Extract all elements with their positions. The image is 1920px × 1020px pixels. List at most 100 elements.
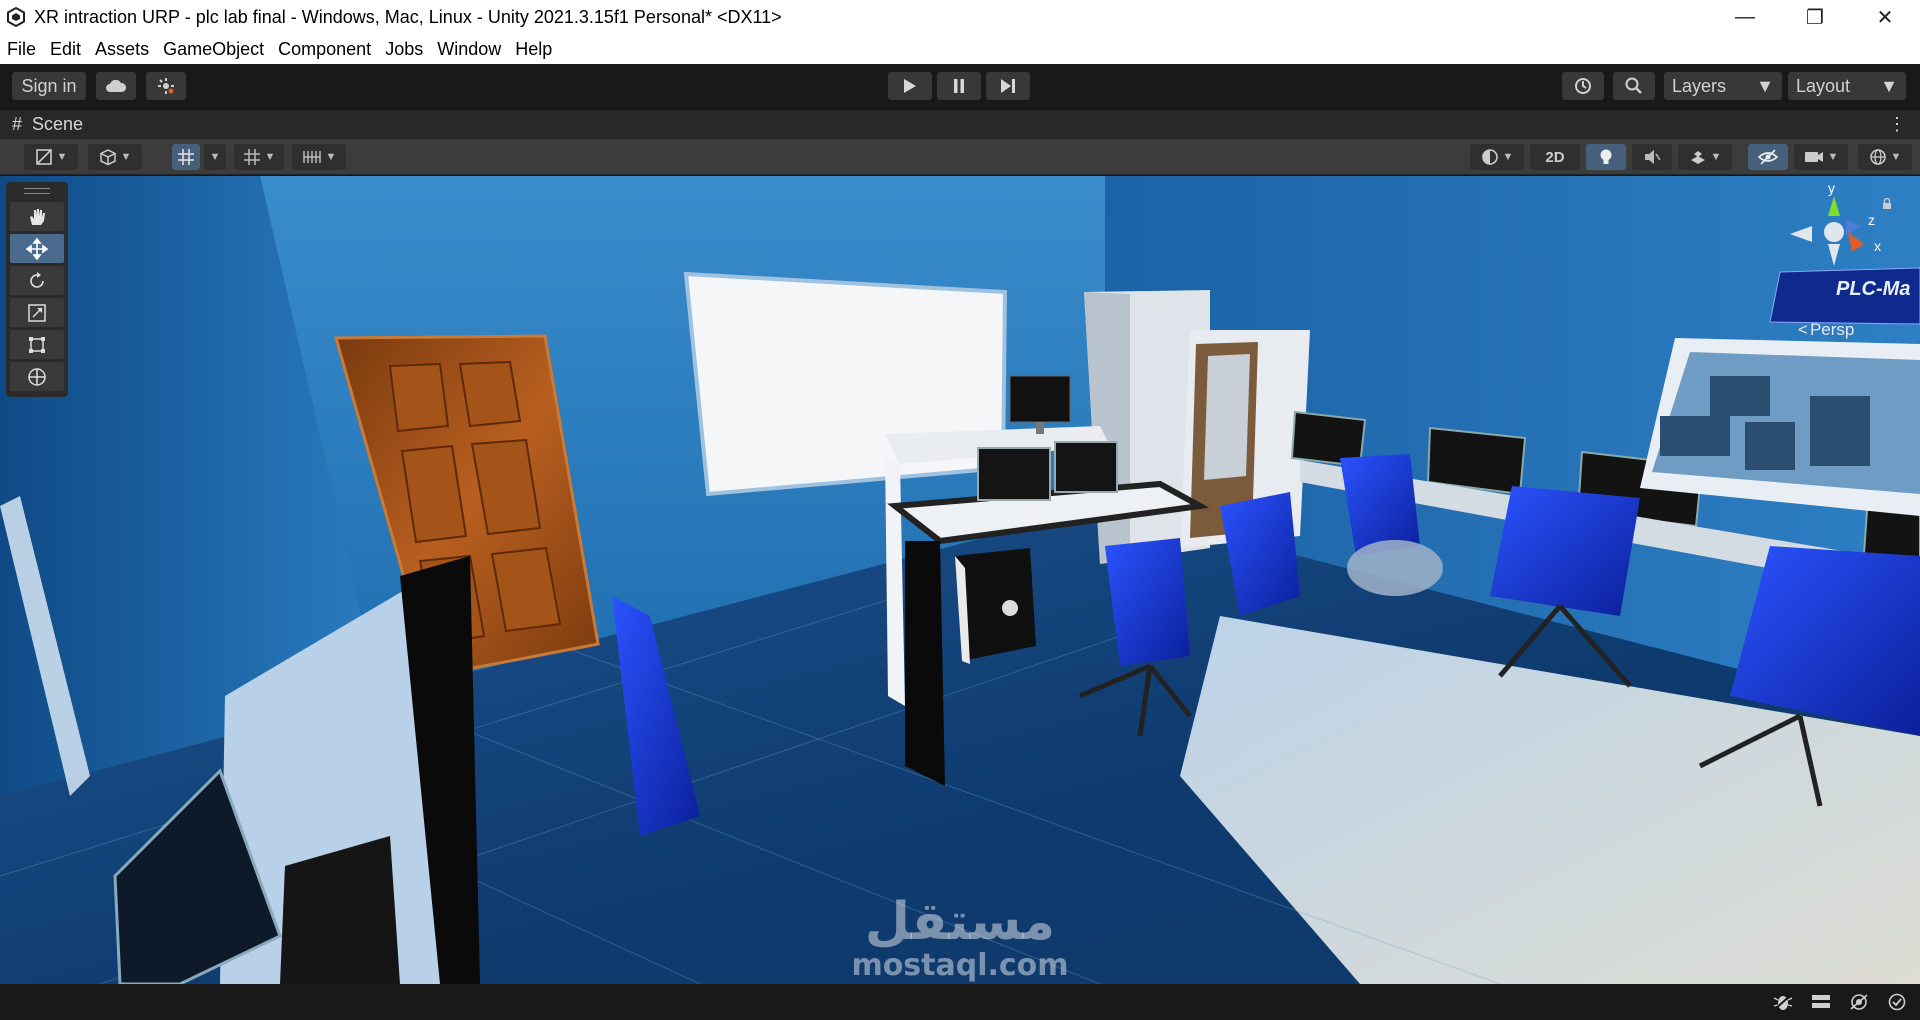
history-icon [1575,78,1591,94]
menu-component[interactable]: Component [271,39,378,60]
minimize-icon: — [1735,5,1755,28]
scene-grid-icon: # [12,114,23,134]
menu-help[interactable]: Help [508,39,559,60]
check-circle-icon[interactable] [1886,992,1908,1012]
panel-drag-handle[interactable] [24,188,50,194]
gizmo-globe-icon [1869,149,1886,165]
chevron-down-icon: ▼ [1756,75,1774,96]
mode-2d-label: 2D [1545,148,1565,166]
eye-hidden-icon [1758,149,1778,165]
effects-icon [1690,151,1705,164]
undo-history-button[interactable] [1562,72,1604,100]
auto-generate-lighting-icon[interactable] [1848,992,1870,1012]
camera-mode-dropdown[interactable]: ▼ [1470,144,1524,170]
layers-dropdown[interactable]: Layers ▼ [1664,72,1782,100]
hand-icon [30,208,45,225]
collab-button[interactable] [146,72,186,100]
step-button[interactable] [986,72,1030,100]
effects-dropdown[interactable]: ▼ [1678,144,1732,170]
lighting-toggle[interactable] [1586,144,1626,170]
snap-icon [243,149,260,165]
menu-edit[interactable]: Edit [43,39,88,60]
play-button[interactable] [888,72,932,100]
rect-tool-button[interactable] [10,330,64,359]
minimize-button[interactable]: — [1710,0,1780,34]
title-bar: XR intraction URP - plc lab final - Wind… [0,0,1920,34]
cache-server-icon[interactable] [1810,992,1832,1012]
scene-tab-strip: # Scene ⋮ [0,109,1920,139]
grid-snap-toggle[interactable] [172,144,200,170]
step-icon [1001,79,1015,93]
play-icon [904,79,916,93]
transform-tool-button[interactable] [10,362,64,391]
rect-transform-icon [29,336,45,353]
orientation-gizmo[interactable]: y z x [1790,180,1892,276]
layers-label: Layers [1672,75,1727,96]
vertex-snap-dropdown[interactable]: ▼ [292,144,346,170]
menu-assets[interactable]: Assets [88,39,156,60]
plc-panel-label: PLC-Ma [1836,278,1911,300]
rotate-tool-button[interactable] [10,266,64,295]
close-icon: ✕ [1876,6,1894,29]
menu-window[interactable]: Window [430,39,508,60]
grid-icon [178,149,194,165]
unity-logo-icon [7,7,25,27]
status-bar [0,984,1920,1020]
render-mode-dropdown[interactable]: ▼ [88,144,142,170]
draw-mode-dropdown[interactable]: ▼ [24,144,78,170]
cloud-icon [106,79,127,92]
window-title: XR intraction URP - plc lab final - Wind… [34,6,782,27]
debug-mode-icon[interactable] [1772,992,1794,1012]
pause-button[interactable] [937,72,981,100]
sphere-icon [1481,149,1498,165]
main-toolbar: Sign in Layers ▼ Layout ▼ [0,64,1920,109]
chevron-down-icon: ▼ [1880,75,1898,96]
maximize-button[interactable]: ❐ [1780,0,1850,34]
rotate-icon [30,271,44,288]
shading-mode-icon [35,149,52,165]
increment-snap-dropdown[interactable]: ▼ [234,144,284,170]
pause-icon [954,79,964,93]
ruler-icon [302,151,321,163]
sign-in-label: Sign in [21,75,77,96]
watermark: مستقل mostaql.com [840,896,1080,983]
camera-icon [1804,152,1823,162]
sign-in-button[interactable]: Sign in [12,72,86,100]
move-tool-button[interactable] [10,234,64,263]
hand-tool-button[interactable] [10,202,64,231]
scene-camera-dropdown[interactable]: ▼ [1794,144,1848,170]
projection-toggle[interactable]: < Persp [1798,320,1854,340]
move-arrows-icon [26,237,48,260]
menu-gameobject[interactable]: GameObject [156,39,271,60]
scene-viewport[interactable]: PLC-Ma y z x < Persp مستقل mostaql.com [0,176,1920,984]
collab-icon [158,78,174,94]
layout-dropdown[interactable]: Layout ▼ [1788,72,1906,100]
toggle-2d-button[interactable]: 2D [1530,144,1580,170]
search-icon [1625,77,1642,94]
more-options-icon[interactable]: ⋮ [1888,114,1906,135]
lock-icon[interactable] [1882,198,1892,210]
cloud-button[interactable] [96,72,136,100]
layout-label: Layout [1796,75,1851,96]
scene-visibility-toggle[interactable] [1748,144,1788,170]
scale-tool-button[interactable] [10,298,64,327]
menu-jobs[interactable]: Jobs [378,39,430,60]
scene-render [0,176,1920,984]
search-button[interactable] [1613,72,1655,100]
tab-scene[interactable]: Scene [32,114,83,135]
menu-file[interactable]: File [0,39,43,60]
lightbulb-icon [1600,149,1612,164]
grid-options-dropdown[interactable]: ▼ [204,144,226,170]
watermark-arabic: مستقل [864,892,1056,952]
audio-toggle[interactable] [1632,144,1672,170]
scale-icon [28,303,46,322]
watermark-latin: mostaql.com [851,948,1069,983]
axis-gizmo-icon [1790,196,1864,266]
chevron-left-icon: < [1798,320,1808,339]
close-button[interactable]: ✕ [1850,0,1920,34]
gizmos-dropdown[interactable]: ▼ [1858,144,1912,170]
transform-icon [28,367,46,386]
gizmo-x-label: x [1874,238,1881,254]
restore-icon: ❐ [1806,6,1824,29]
projection-label: Persp [1809,320,1855,339]
